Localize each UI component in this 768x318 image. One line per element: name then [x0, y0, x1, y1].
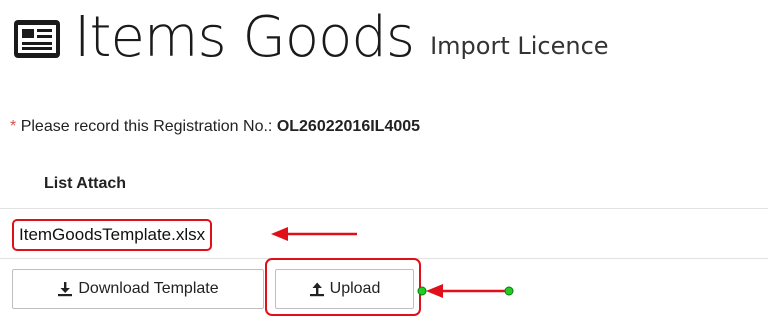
attached-file-name: ItemGoodsTemplate.xlsx	[12, 219, 213, 251]
registration-note-text: Please record this Registration No.:	[20, 118, 273, 135]
list-attach-label: List Attach	[44, 175, 127, 192]
page-title: Items Goods	[74, 5, 415, 70]
page-header: Items Goods Import Licence	[14, 6, 609, 70]
divider	[0, 208, 768, 209]
page-subtitle: Import Licence	[430, 32, 609, 60]
upload-label: Upload	[329, 280, 381, 297]
download-template-label: Download Template	[78, 280, 219, 297]
required-asterisk: *	[10, 118, 17, 135]
upload-button[interactable]: Upload	[275, 269, 414, 309]
list-card-icon	[14, 20, 60, 58]
registration-note: * Please record this Registration No.: O…	[10, 118, 420, 136]
download-icon	[58, 282, 73, 297]
registration-number: OL26022016IL4005	[276, 118, 421, 135]
upload-pointer-arrow	[417, 284, 514, 298]
download-template-button[interactable]: Download Template	[12, 269, 264, 309]
file-pointer-arrow	[271, 227, 357, 241]
arrow-endpoint-dot	[504, 286, 514, 296]
upload-icon	[309, 282, 324, 297]
